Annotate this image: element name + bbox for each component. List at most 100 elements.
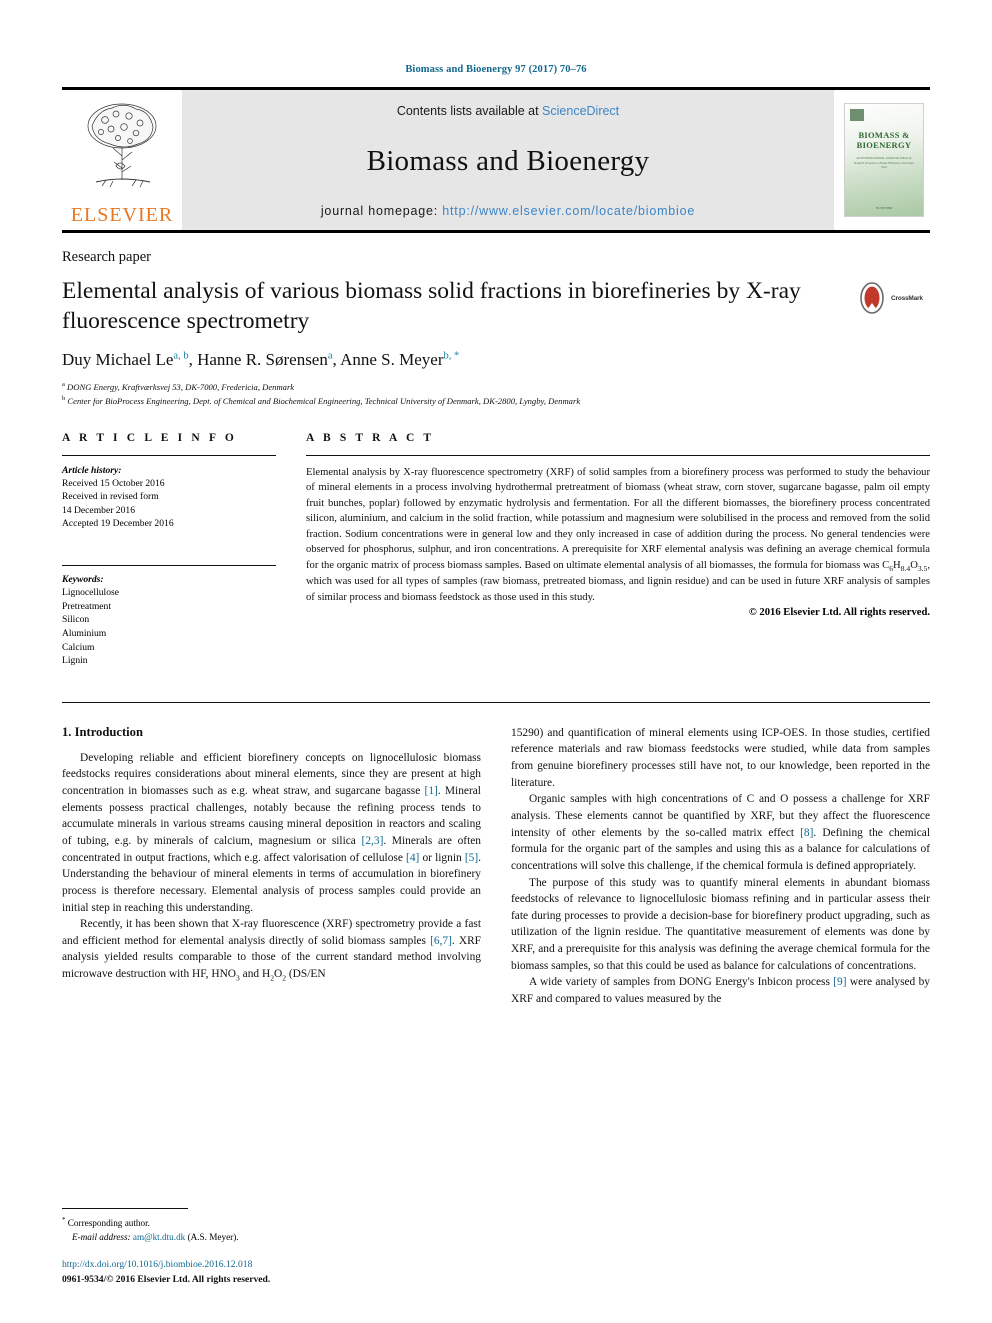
abstract-heading: A B S T R A C T <box>306 431 435 444</box>
elsevier-logo: ELSEVIER <box>62 90 182 230</box>
contents-prefix: Contents lists available at <box>396 104 543 118</box>
journal-homepage-link[interactable]: http://www.elsevier.com/locate/biombioe <box>442 204 695 218</box>
keyword-item: Lignin <box>62 655 88 667</box>
citation-link[interactable]: [1] <box>425 785 438 797</box>
text-run: or lignin <box>419 851 465 864</box>
paragraph: Developing reliable and efficient bioref… <box>62 750 481 916</box>
text-run: O <box>274 968 283 981</box>
footnote-block: * Corresponding author. E-mail address: … <box>62 1208 462 1287</box>
keyword-item: Lignocellulose <box>62 587 120 599</box>
cover-subtitle: AN INTERNATIONAL JOURNAL Edited by Ralph… <box>854 156 914 169</box>
abstract-copyright: © 2016 Elsevier Ltd. All rights reserved… <box>748 607 930 619</box>
body-columns: 1. Introduction Developing reliable and … <box>62 725 930 1008</box>
text-run: and H <box>239 968 271 981</box>
paragraph: A wide variety of samples from DONG Ener… <box>511 974 930 1007</box>
citation-link[interactable]: [5] <box>465 852 478 864</box>
text-run: 15290) and quantification of mineral ele… <box>511 726 930 789</box>
text-run: (DS/EN <box>286 968 326 981</box>
affiliation-list: a DONG Energy, Kraftværksvej 53, DK-7000… <box>62 380 930 408</box>
corresponding-author-text: Corresponding author. <box>67 1218 150 1229</box>
formula-h: H <box>893 560 901 572</box>
text-run: The purpose of this study was to quantif… <box>511 876 930 972</box>
cover-title: BIOMASS & BIOENERGY <box>856 130 912 151</box>
author-3: Anne S. Meyer <box>340 350 444 370</box>
crossmark-icon <box>860 282 884 314</box>
cover-footer: ELSEVIER <box>875 206 893 210</box>
paragraph: Recently, it has been shown that X-ray f… <box>62 916 481 983</box>
affiliation-a: a DONG Energy, Kraftværksvej 53, DK-7000… <box>62 380 930 394</box>
citation-link[interactable]: [2,3] <box>362 835 384 847</box>
title-row: Elemental analysis of various biomass so… <box>62 276 930 336</box>
body-column-right: 15290) and quantification of mineral ele… <box>511 725 930 1008</box>
page-title: Elemental analysis of various biomass so… <box>62 278 801 335</box>
homepage-label: journal homepage: <box>320 204 443 218</box>
formula-o: O <box>910 560 918 572</box>
journal-masthead: ELSEVIER Contents lists available at Sci… <box>62 87 930 233</box>
abstract-rule <box>306 454 930 456</box>
text-run: Developing reliable and efficient bioref… <box>62 751 481 798</box>
article-type: Research paper <box>62 249 151 265</box>
section-heading-introduction: 1. Introduction <box>62 724 143 739</box>
corresponding-author-marker: * <box>62 1216 66 1225</box>
article-history-revised-date: 14 December 2016 <box>62 504 135 516</box>
text-run: Recently, it has been shown that X-ray f… <box>62 918 481 947</box>
corresponding-author-line: * Corresponding author. <box>62 1215 462 1230</box>
elsevier-wordmark: ELSEVIER <box>70 204 174 226</box>
affiliation-b-text: Center for BioProcess Engineering, Dept.… <box>67 395 581 406</box>
citation-link[interactable]: [4] <box>406 852 419 864</box>
formula-h-subscript: 8.4 <box>900 564 911 574</box>
citation-link[interactable]: [9] <box>833 976 846 988</box>
email-label: E-mail address: <box>72 1231 131 1242</box>
cover-image: BIOMASS & BIOENERGY AN INTERNATIONAL JOU… <box>844 103 924 217</box>
issn-copyright-line: 0961-9534/© 2016 Elsevier Ltd. All right… <box>62 1273 271 1285</box>
article-history-received: Received 15 October 2016 <box>62 477 165 489</box>
paragraph: 15290) and quantification of mineral ele… <box>511 725 930 792</box>
keyword-item: Silicon <box>62 614 90 626</box>
affiliation-b: b Center for BioProcess Engineering, Dep… <box>62 394 930 408</box>
citation-link[interactable]: [6,7] <box>430 935 452 947</box>
author-2-affiliation-marker[interactable]: a <box>328 351 333 362</box>
elsevier-tree-icon <box>87 103 157 188</box>
sciencedirect-link[interactable]: ScienceDirect <box>542 104 619 118</box>
affiliation-a-marker: a <box>62 381 65 389</box>
paragraph: The purpose of this study was to quantif… <box>511 875 930 975</box>
paragraph: Organic samples with high concentrations… <box>511 791 930 874</box>
doi-block: http://dx.doi.org/10.1016/j.biombioe.201… <box>62 1258 462 1287</box>
section-divider <box>62 701 930 703</box>
article-history-accepted: Accepted 19 December 2016 <box>62 518 174 530</box>
journal-cover-thumbnail[interactable]: BIOMASS & BIOENERGY AN INTERNATIONAL JOU… <box>834 90 930 230</box>
citation-link[interactable]: [8] <box>800 827 813 839</box>
email-suffix: (A.S. Meyer). <box>187 1231 239 1242</box>
author-2: Hanne R. Sørensen <box>197 350 328 370</box>
article-info-rule <box>62 454 276 456</box>
crossmark-badge[interactable]: CrossMark <box>856 276 930 314</box>
body-column-left: 1. Introduction Developing reliable and … <box>62 725 481 1008</box>
keywords-rule <box>62 565 276 567</box>
email-link[interactable]: am@kt.dtu.dk <box>133 1232 185 1242</box>
author-3-affiliation-marker[interactable]: b, * <box>444 351 460 362</box>
running-head: Biomass and Bioenergy 97 (2017) 70–76 <box>405 64 587 75</box>
abstract-part-1: Elemental analysis by X-ray fluorescence… <box>306 466 930 572</box>
article-page: Biomass and Bioenergy 97 (2017) 70–76 EL… <box>0 0 992 1323</box>
doi-link[interactable]: http://dx.doi.org/10.1016/j.biombioe.201… <box>62 1258 462 1272</box>
keyword-item: Aluminium <box>62 627 107 639</box>
author-1-affiliation-marker[interactable]: a, b <box>173 351 188 362</box>
contents-available-line: Contents lists available at ScienceDirec… <box>397 104 619 118</box>
author-list: Duy Michael Lea, b, Hanne R. Sørensena, … <box>62 350 460 370</box>
journal-title: Biomass and Bioenergy <box>366 144 650 177</box>
article-history-revised-label: Received in revised form <box>62 491 159 503</box>
article-history-label: Article history: <box>62 464 122 476</box>
text-run: A wide variety of samples from DONG Ener… <box>529 976 834 989</box>
keywords-label: Keywords: <box>62 574 104 586</box>
journal-homepage-line: journal homepage: http://www.elsevier.co… <box>321 204 695 218</box>
info-abstract-block: A R T I C L E I N F O Article history: R… <box>62 432 930 668</box>
crossmark-label: CrossMark <box>891 294 923 302</box>
affiliation-b-marker: b <box>62 394 66 402</box>
affiliation-a-text: DONG Energy, Kraftværksvej 53, DK-7000, … <box>67 382 295 393</box>
email-line: E-mail address: am@kt.dtu.dk (A.S. Meyer… <box>62 1231 462 1244</box>
abstract-column: A B S T R A C T Elemental analysis by X-… <box>306 432 930 668</box>
cover-publisher-mark-icon <box>850 109 864 121</box>
article-info-column: A R T I C L E I N F O Article history: R… <box>62 432 276 668</box>
author-1: Duy Michael Le <box>62 350 174 370</box>
masthead-center: Contents lists available at ScienceDirec… <box>182 90 834 230</box>
